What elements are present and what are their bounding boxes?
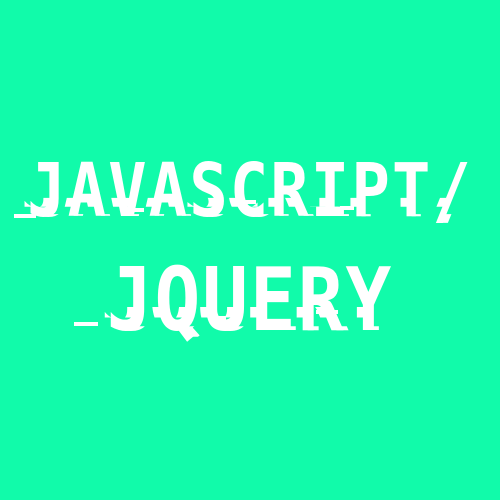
- glitch-streak: [14, 214, 36, 218]
- title-line-1-text: JAVASCRIPT/: [27, 155, 473, 229]
- glitch-streak: [208, 316, 226, 320]
- title-line-2-text: JQUERY: [107, 256, 394, 343]
- title-line-1: JAVASCRIPT/: [0, 155, 500, 229]
- cover-canvas: JAVASCRIPT/ JQUERY: [0, 0, 500, 500]
- glitch-streak: [74, 322, 98, 326]
- glitch-streak: [128, 208, 144, 212]
- title-line-2: JQUERY: [0, 256, 500, 343]
- glitch-streak: [236, 200, 256, 204]
- glitch-streak: [316, 310, 338, 314]
- glitch-streak: [340, 206, 354, 210]
